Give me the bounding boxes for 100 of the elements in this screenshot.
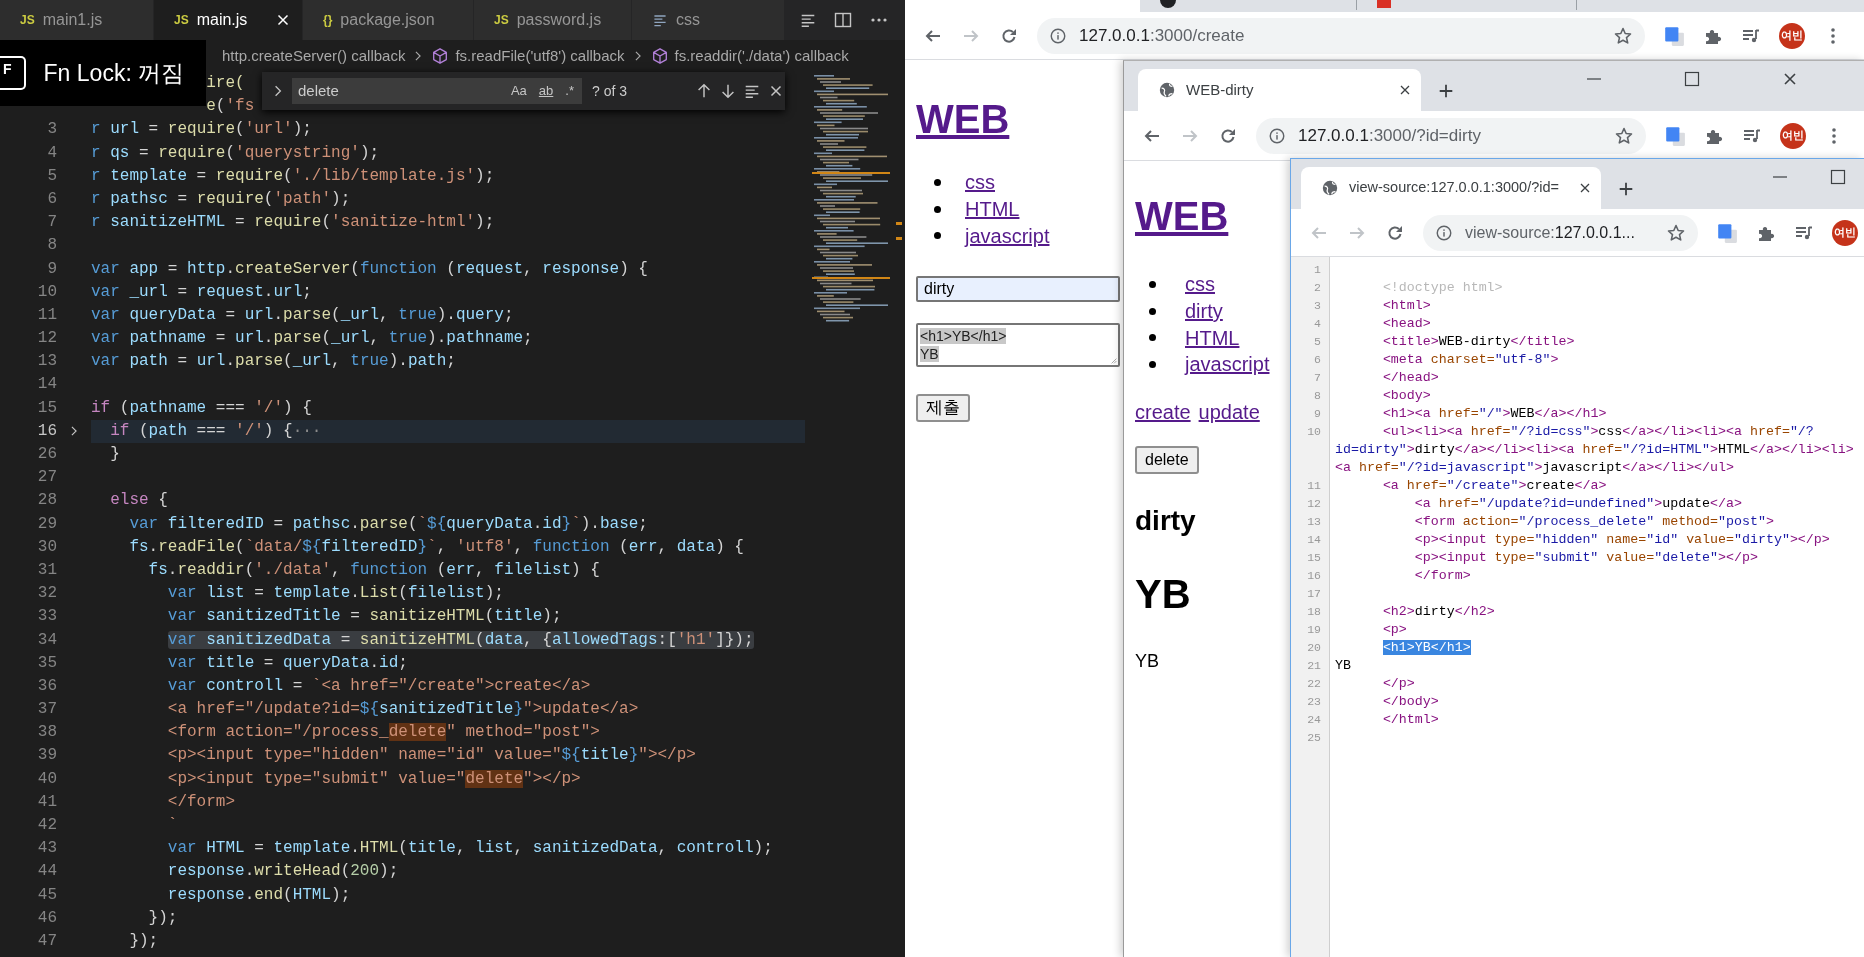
arrow-up-icon[interactable] <box>695 82 713 100</box>
description-field[interactable]: <h1>YB</h1> YB <box>916 323 1120 368</box>
heading-link[interactable]: WEB <box>1135 192 1229 240</box>
file-type-icon: JS <box>174 11 189 29</box>
code-line: var list = template.List(filelist); <box>166 583 504 605</box>
line-number: 38 <box>36 722 57 744</box>
star-icon[interactable] <box>1613 25 1633 46</box>
search-field[interactable]: delete Aa ab .* <box>292 78 582 104</box>
star-icon[interactable] <box>1666 222 1686 243</box>
translate-icon[interactable] <box>1716 221 1738 244</box>
line-number: 42 <box>36 815 57 836</box>
line-number: 27 <box>36 467 57 489</box>
line-number: 6 <box>46 188 57 210</box>
profile-avatar[interactable]: 여빈 <box>1779 22 1805 49</box>
maximize-icon[interactable] <box>1828 167 1848 187</box>
source-line: <!doctype html> <box>1381 279 1504 297</box>
source-line: <h1><a href="/">WEB</a></h1> <box>1381 405 1608 423</box>
line-number: 28 <box>36 490 57 512</box>
line-number: 44 <box>36 861 57 883</box>
code-line: var controll = `<a href="/create">create</a> <box>166 675 591 697</box>
source-line: <p> <box>1381 621 1408 639</box>
title-field[interactable]: dirty <box>916 276 1120 303</box>
line-number: 41 <box>36 791 57 813</box>
split-editor-icon[interactable] <box>833 10 853 30</box>
new-tab-icon[interactable] <box>1617 180 1635 198</box>
info-icon[interactable] <box>1049 26 1067 45</box>
code-line: var title = queryData.id; <box>166 652 408 674</box>
submit-button[interactable]: 제출 <box>916 394 970 423</box>
search-option-toggle[interactable]: ab <box>534 81 558 101</box>
address-bar[interactable]: view-source:127.0.0.1... <box>1423 214 1698 251</box>
source-line: <p><input type="submit" value="delete"></p> <box>1413 549 1759 567</box>
source-line: <head> <box>1381 315 1432 333</box>
line-number: 19 <box>1306 622 1322 638</box>
address-bar[interactable]: 127.0.0.1:3000/?id=dirty <box>1256 117 1646 154</box>
heading-link[interactable]: WEB <box>916 95 1010 143</box>
source-line: <a href="/create">create</a> <box>1381 477 1608 495</box>
editor-tab[interactable]: JS password.js <box>474 0 632 40</box>
file-type-icon: JS <box>20 11 35 29</box>
line-number: 37 <box>36 699 57 721</box>
source-line: </form> <box>1413 567 1472 585</box>
list-bullet <box>1149 307 1156 315</box>
editor-tab[interactable]: JS main.js <box>154 0 303 40</box>
list-bullet <box>934 178 941 186</box>
profile-avatar[interactable]: 여빈 <box>1832 219 1858 246</box>
page-title: dirty <box>1135 503 1196 538</box>
line-number: 21 <box>1306 658 1322 674</box>
breadcrumb[interactable]: fs.readdir('./data') callback <box>674 44 849 68</box>
list-bullet <box>1149 334 1156 342</box>
source-line: <ul><li><a href="/?id=css">css</a></li><li><a href="/?id=dirty">dirty</a></li><li><a href="/?id=HTML">HTML</a></li><li><a href="/?id=javascript">javascript</a></li></ul> <box>1334 423 1855 477</box>
profile-avatar[interactable]: 여빈 <box>1780 122 1806 149</box>
editor-tab[interactable]: css <box>632 0 785 40</box>
line-number: 36 <box>36 675 57 697</box>
code-line: <a href="/update?id=${sanitizedTitle}">update</a> <box>166 699 639 721</box>
source-line: <p><input type="hidden" name="id" value="dirty"></p> <box>1413 531 1831 549</box>
source-line: </body> <box>1381 693 1440 711</box>
content-text: YB <box>1135 649 1159 673</box>
code-line: </form> <box>166 791 236 813</box>
arrow-down-icon[interactable] <box>719 82 737 100</box>
maximize-icon[interactable] <box>1682 69 1702 89</box>
list-bullet <box>934 205 941 213</box>
source-line: <a href="/update?id=undefined">update</a> <box>1413 495 1743 513</box>
code-line: var pathname = url.parse(_url, true).pathname; <box>91 328 533 350</box>
code-line: var sanitizedTitle = sanitizeHTML(title); <box>166 606 562 628</box>
source-line: <html> <box>1381 297 1432 315</box>
list-bullet <box>934 232 941 240</box>
line-number: 35 <box>36 652 57 674</box>
star-icon[interactable] <box>1614 125 1634 146</box>
editor-tab[interactable]: {} package.json <box>303 0 474 40</box>
source-line: YB <box>1334 657 1352 675</box>
info-icon[interactable] <box>1435 223 1453 242</box>
browser-tab[interactable]: WEB-dirty <box>1138 69 1421 111</box>
info-icon[interactable] <box>1268 126 1286 145</box>
editor-tab[interactable]: JS main1.js <box>0 0 154 40</box>
line-number: 5 <box>1313 334 1322 350</box>
browser-tab[interactable]: view-source:127.0.0.1:3000/?id= <box>1301 167 1601 209</box>
breadcrumb[interactable]: fs.readFile('utf8') callback <box>455 44 625 68</box>
search-option-toggle[interactable]: Aa <box>506 81 531 101</box>
line-number: 20 <box>1306 640 1322 656</box>
line-number: 16 <box>1306 568 1322 584</box>
page-link[interactable]: update <box>1198 396 1260 427</box>
delete-button[interactable]: delete <box>1135 445 1199 474</box>
line-number: 3 <box>46 119 57 141</box>
address-bar[interactable]: 127.0.0.1:3000/create <box>1037 17 1645 54</box>
translate-icon[interactable] <box>1663 24 1685 47</box>
code-line: }); <box>147 907 178 929</box>
search-option-toggle[interactable]: .* <box>561 81 578 101</box>
line-number: 16 <box>36 420 57 442</box>
line-number: 25 <box>1306 730 1322 746</box>
line-number: 11 <box>36 304 57 326</box>
line-number: 45 <box>36 884 57 906</box>
line-number: 7 <box>46 212 57 234</box>
translate-icon[interactable] <box>1664 124 1686 147</box>
code-line: <p><input type="submit" value="delete"></p> <box>166 768 581 790</box>
new-tab-icon[interactable] <box>1437 82 1455 100</box>
breadcrumb[interactable]: http.createServer() callback <box>222 44 406 68</box>
line-number: 23 <box>1306 694 1322 710</box>
source-line: </head> <box>1381 369 1440 387</box>
page-link[interactable]: create <box>1135 396 1191 427</box>
line-number: 14 <box>36 374 57 396</box>
line-number: 43 <box>36 838 57 860</box>
